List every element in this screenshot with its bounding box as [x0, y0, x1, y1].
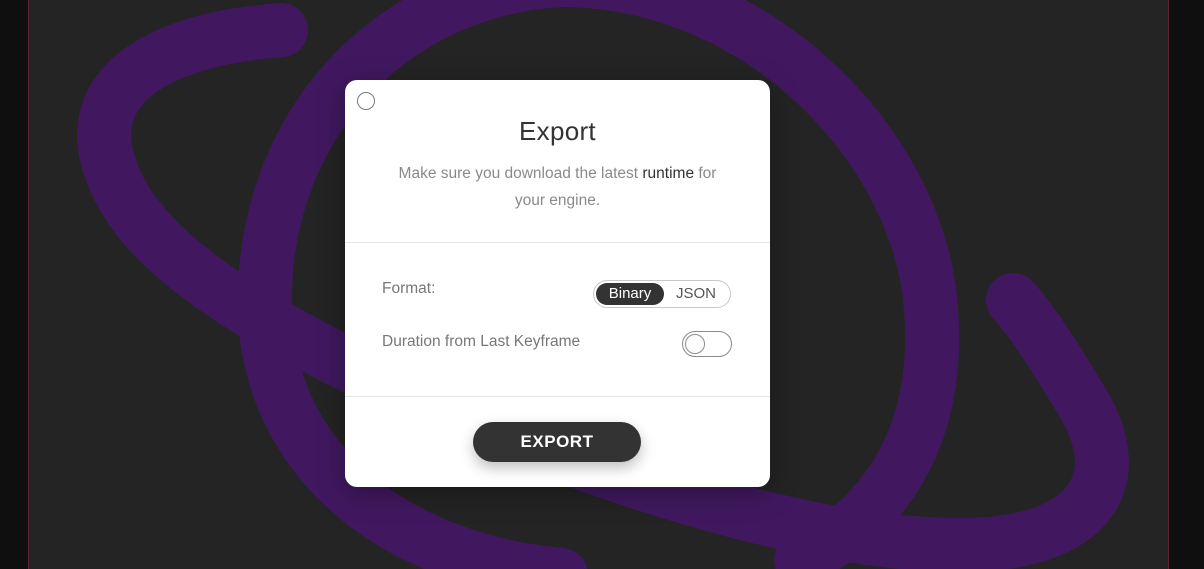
duration-toggle[interactable]: [682, 331, 732, 357]
dialog-subtitle: Make sure you download the latest runtim…: [385, 160, 730, 214]
toggle-knob: [685, 334, 705, 354]
format-selector: Binary JSON: [593, 280, 731, 308]
divider: [345, 242, 770, 243]
close-icon[interactable]: [357, 92, 375, 110]
format-label: Format:: [382, 280, 436, 297]
divider: [345, 396, 770, 397]
format-option-json[interactable]: JSON: [664, 283, 728, 305]
export-dialog: Export Make sure you download the latest…: [345, 80, 770, 487]
runtime-link[interactable]: runtime: [642, 165, 694, 182]
duration-label: Duration from Last Keyframe: [382, 333, 581, 350]
subtitle-text: Make sure you download the latest: [398, 165, 643, 182]
export-button[interactable]: EXPORT: [473, 422, 641, 462]
dialog-title: Export: [519, 116, 596, 146]
format-option-binary[interactable]: Binary: [596, 283, 664, 305]
